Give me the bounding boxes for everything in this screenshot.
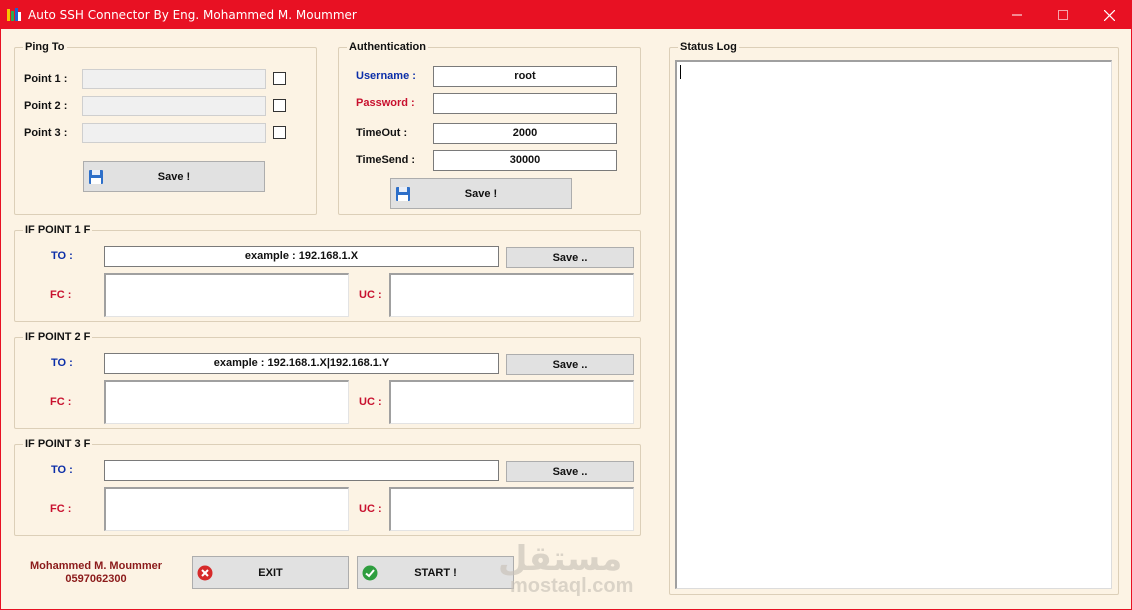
- point-3-input[interactable]: [82, 123, 266, 143]
- password-label: Password :: [356, 97, 415, 109]
- ping-save-button[interactable]: Save !: [83, 161, 265, 192]
- if-point-3-to-input[interactable]: [104, 460, 499, 481]
- close-button[interactable]: [1086, 1, 1132, 29]
- text-caret: [680, 65, 681, 79]
- authentication-title: Authentication: [347, 41, 428, 53]
- if-point-2-to-input[interactable]: example : 192.168.1.X|192.168.1.Y: [104, 353, 499, 374]
- red-x-circle-icon: [197, 565, 213, 580]
- if-point-3-to-label: TO :: [51, 464, 73, 476]
- if-point-1-to-label: TO :: [51, 250, 73, 262]
- if-point-1-fc-textarea[interactable]: [104, 273, 349, 317]
- exit-label: EXIT: [258, 566, 283, 579]
- close-icon: [1103, 9, 1115, 21]
- if-point-3-title: IF POINT 3 F: [23, 438, 93, 450]
- if-point-3-fc-textarea[interactable]: [104, 487, 349, 531]
- if-point-2-fc-textarea[interactable]: [104, 380, 349, 424]
- point-1-checkbox[interactable]: [273, 72, 286, 85]
- start-label: START !: [414, 566, 457, 579]
- if-point-2-uc-textarea[interactable]: [389, 380, 634, 424]
- author-info: Mohammed M. Moummer 0597062300: [21, 560, 171, 586]
- if-point-3-uc-label: UC :: [359, 503, 382, 515]
- point-1-label: Point 1 :: [24, 73, 68, 85]
- maximize-icon: [1058, 10, 1068, 20]
- maximize-button[interactable]: [1040, 1, 1086, 29]
- if-point-3-fc-label: FC :: [50, 503, 72, 515]
- app-logo-icon: [7, 8, 21, 21]
- if-point-1-title: IF POINT 1 F: [23, 224, 93, 236]
- green-check-circle-icon: [362, 565, 378, 580]
- if-point-2-title: IF POINT 2 F: [23, 331, 93, 343]
- floppy-disk-icon: [396, 186, 410, 201]
- auth-save-label: Save !: [464, 187, 498, 200]
- minimize-icon: [1012, 14, 1022, 16]
- author-phone: 0597062300: [65, 573, 127, 585]
- password-input[interactable]: [433, 93, 617, 114]
- title-bar[interactable]: Auto SSH Connector By Eng. Mohammed M. M…: [1, 1, 1131, 29]
- ping-to-title: Ping To: [23, 41, 67, 53]
- if-point-1-save-label: Save ..: [552, 251, 588, 264]
- watermark-latin: mostaql.com: [510, 575, 634, 597]
- if-point-2-save-label: Save ..: [552, 358, 588, 371]
- point-3-label: Point 3 :: [24, 127, 68, 139]
- window-title: Auto SSH Connector By Eng. Mohammed M. M…: [28, 8, 357, 22]
- point-2-checkbox[interactable]: [273, 99, 286, 112]
- start-button[interactable]: START !: [357, 556, 514, 589]
- timeout-label: TimeOut :: [356, 127, 408, 139]
- auth-save-button[interactable]: Save !: [390, 178, 572, 209]
- exit-button[interactable]: EXIT: [192, 556, 349, 589]
- floppy-disk-icon: [89, 169, 103, 184]
- if-point-1-uc-textarea[interactable]: [389, 273, 634, 317]
- if-point-2-to-label: TO :: [51, 357, 73, 369]
- minimize-button[interactable]: [994, 1, 1040, 29]
- timeout-input[interactable]: 2000: [433, 123, 617, 144]
- if-point-2-fc-label: FC :: [50, 396, 72, 408]
- point-1-input[interactable]: [82, 69, 266, 89]
- point-3-checkbox[interactable]: [273, 126, 286, 139]
- username-label: Username :: [356, 70, 416, 82]
- ping-save-label: Save !: [157, 170, 191, 183]
- watermark-arabic: مستقل: [498, 539, 623, 579]
- point-2-label: Point 2 :: [24, 100, 68, 112]
- point-2-input[interactable]: [82, 96, 266, 116]
- if-point-3-uc-textarea[interactable]: [389, 487, 634, 531]
- status-log-title: Status Log: [678, 41, 739, 53]
- if-point-1-to-input[interactable]: example : 192.168.1.X: [104, 246, 499, 267]
- if-point-2-uc-label: UC :: [359, 396, 382, 408]
- if-point-1-fc-label: FC :: [50, 289, 72, 301]
- if-point-2-save-button[interactable]: Save ..: [506, 354, 634, 375]
- app-window: Auto SSH Connector By Eng. Mohammed M. M…: [0, 0, 1132, 610]
- timesend-label: TimeSend :: [356, 154, 416, 166]
- username-input[interactable]: root: [433, 66, 617, 87]
- if-point-3-save-button[interactable]: Save ..: [506, 461, 634, 482]
- if-point-1-save-button[interactable]: Save ..: [506, 247, 634, 268]
- if-point-1-uc-label: UC :: [359, 289, 382, 301]
- if-point-3-save-label: Save ..: [552, 465, 588, 478]
- timesend-input[interactable]: 30000: [433, 150, 617, 171]
- author-name: Mohammed M. Moummer: [29, 560, 162, 572]
- status-log-textarea[interactable]: [675, 60, 1112, 589]
